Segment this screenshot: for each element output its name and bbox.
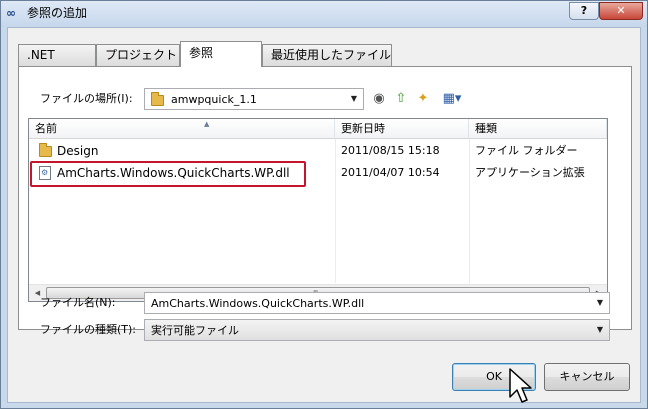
filetype-value: 実行可能ファイル [151,324,239,337]
chevron-down-icon[interactable]: ▼ [347,92,361,106]
column-header-type[interactable]: 種類 [469,119,607,139]
dialog-title: 参照の追加 [27,6,88,20]
folder-icon [39,143,52,157]
close-button[interactable]: ✕ [599,2,643,20]
column-header-name-label: 名前 [35,122,57,135]
file-list[interactable]: 名前 ▲ 更新日時 種類 Design 2011/08/15 15:18 ファイ… [28,118,608,302]
column-header-name[interactable]: 名前 ▲ [29,119,335,139]
folder-icon [151,92,164,106]
location-combo[interactable]: amwpquick_1.1 ▼ [144,88,364,110]
column-header-modified[interactable]: 更新日時 [335,119,469,139]
tab-recent-files[interactable]: 最近使用したファイル [262,44,392,66]
file-name: Design [57,144,99,158]
file-modified: 2011/08/15 15:18 [341,144,440,157]
tab-project[interactable]: プロジェクト [96,44,180,66]
dialog-window: ∞ 参照の追加 ? ✕ .NET プロジェクト 参照 最近使用したファイル ファ… [0,0,648,409]
location-label: ファイルの場所(I): [40,92,133,105]
filename-combo[interactable]: AmCharts.Windows.QuickCharts.WP.dll ▼ [144,292,610,314]
back-icon[interactable]: ◉ [370,91,388,107]
title-bar[interactable]: ∞ 参照の追加 ? ✕ [1,1,647,27]
up-folder-icon[interactable]: ⇧ [392,91,410,107]
filetype-select[interactable]: 実行可能ファイル ▼ [144,319,610,341]
filename-value: AmCharts.Windows.QuickCharts.WP.dll [151,297,365,310]
sort-arrow-icon: ▲ [204,120,210,128]
list-item[interactable]: Design 2011/08/15 15:18 ファイル フォルダー [29,141,607,161]
file-type: アプリケーション拡張 [475,166,585,179]
filetype-label: ファイルの種類(T): [40,323,137,336]
filename-label: ファイル名(N): [40,296,116,309]
chevron-down-icon[interactable]: ▼ [593,323,607,337]
app-icon: ∞ [6,6,16,20]
location-value: amwpquick_1.1 [171,93,257,106]
help-button[interactable]: ? [569,2,599,20]
tab-browse[interactable]: 参照 [180,41,262,67]
tab-dotnet[interactable]: .NET [18,44,96,66]
annotation-highlight-box [30,161,306,187]
file-type: ファイル フォルダー [475,144,578,157]
view-menu-icon[interactable]: ▦▾ [438,91,466,107]
chevron-down-icon[interactable]: ▼ [593,296,607,310]
cancel-button[interactable]: キャンセル [544,363,630,391]
file-modified: 2011/04/07 10:54 [341,166,440,179]
new-folder-icon[interactable]: ✦ [414,91,432,107]
dialog-client-area: .NET プロジェクト 参照 最近使用したファイル ファイルの場所(I): am… [7,27,641,403]
mouse-pointer-icon [509,368,532,403]
